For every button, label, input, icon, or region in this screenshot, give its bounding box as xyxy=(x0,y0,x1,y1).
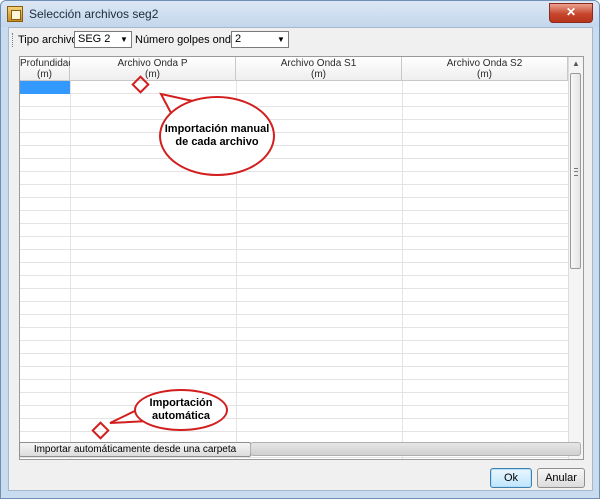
dialog-window: Selección archivos seg2 ✕ Tipo archivo S… xyxy=(0,0,600,499)
callout-tails xyxy=(109,92,196,424)
callout-manual-import: Importación manual de cada archivo xyxy=(159,96,275,176)
callout-auto-import: Importación automática xyxy=(134,389,228,431)
